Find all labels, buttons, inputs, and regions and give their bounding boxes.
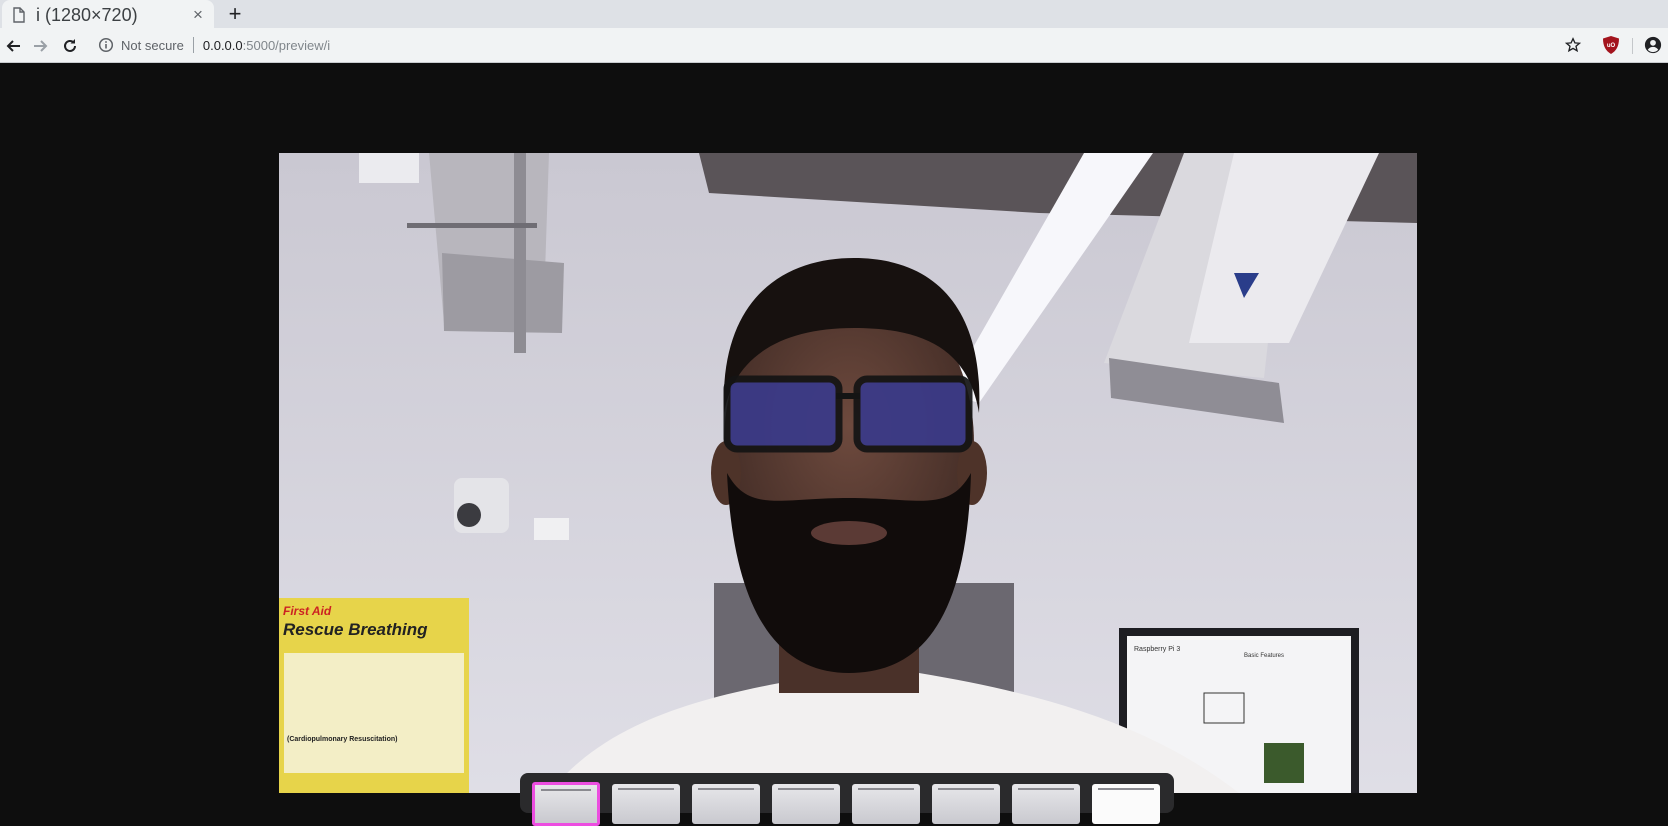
svg-text:uO: uO	[1607, 43, 1616, 49]
thumbnail-item[interactable]	[772, 784, 840, 824]
security-label[interactable]: Not secure	[121, 38, 184, 53]
back-arrow-icon	[6, 40, 20, 52]
url-path[interactable]: :5000/preview/i	[243, 38, 330, 53]
toolbar-divider	[1632, 38, 1633, 54]
ublock-origin-icon[interactable]: uO	[1602, 36, 1620, 54]
info-icon[interactable]	[98, 37, 114, 53]
tab-title: i (1280×720)	[36, 4, 138, 25]
thumbnail-item[interactable]	[932, 784, 1000, 824]
bookmark-star-icon[interactable]	[1563, 35, 1583, 55]
address-bar[interactable]: Not secure 0.0.0.0 :5000/preview/i	[88, 32, 1576, 58]
browser-toolbar: Not secure 0.0.0.0 :5000/preview/i uO	[0, 28, 1668, 63]
tab-strip: i (1280×720) × +	[0, 0, 1668, 30]
reload-icon	[64, 39, 76, 52]
back-button[interactable]	[1, 34, 25, 58]
thumbnail-item[interactable]	[1092, 784, 1160, 824]
new-tab-button[interactable]: +	[224, 3, 246, 25]
omnibox-divider	[192, 37, 194, 53]
thumbnail-item[interactable]	[612, 784, 680, 824]
thumbnail-item[interactable]	[852, 784, 920, 824]
poster-heading-small: First Aid	[283, 604, 332, 618]
thumbnail-strip	[520, 773, 1174, 826]
thumbnail-item[interactable]	[532, 782, 600, 826]
tab-close-icon[interactable]: ×	[190, 6, 206, 23]
thumbnail-item[interactable]	[692, 784, 760, 824]
preview-image: First Aid Rescue Breathing (Cardiopulmon…	[279, 153, 1417, 793]
frame-subtitle: Basic Features	[1244, 653, 1284, 659]
poster-heading-large: Rescue Breathing	[283, 620, 428, 639]
thumbnail-item[interactable]	[1012, 784, 1080, 824]
forward-arrow-icon	[34, 40, 48, 52]
url-host[interactable]: 0.0.0.0	[203, 38, 243, 53]
reload-button[interactable]	[58, 34, 82, 58]
poster-section: (Cardiopulmonary Resuscitation)	[287, 736, 397, 743]
account-icon[interactable]	[1643, 35, 1663, 55]
forward-button[interactable]	[29, 34, 53, 58]
browser-tab[interactable]: i (1280×720) ×	[2, 0, 214, 30]
document-icon	[12, 7, 26, 23]
frame-title: Raspberry Pi 3	[1134, 646, 1180, 653]
